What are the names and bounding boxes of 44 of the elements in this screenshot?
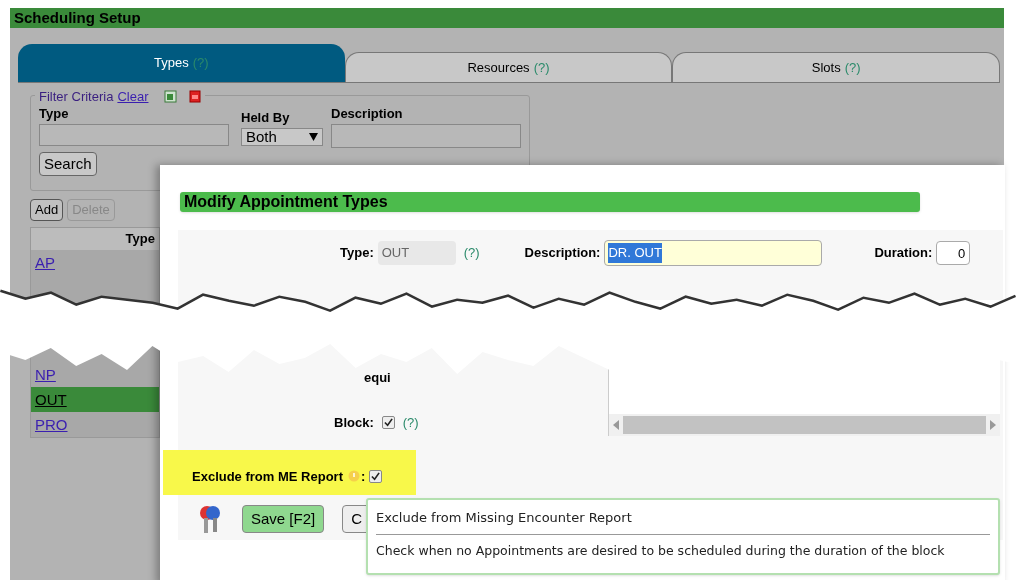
list-item[interactable]: OUT — [31, 387, 159, 412]
type-label: Type: — [340, 244, 374, 263]
list-item[interactable]: NP — [31, 362, 159, 387]
spreadsheet-icon[interactable] — [164, 90, 178, 104]
filter-legend: Filter Criteria — [39, 87, 114, 107]
block-label: Block: — [334, 414, 374, 432]
description-field[interactable] — [331, 123, 521, 148]
save-button[interactable]: Save [F2] — [242, 505, 325, 533]
dialog-title: Modify Appointment Types — [180, 192, 920, 212]
list-item[interactable]: AP — [31, 250, 159, 275]
clear-link[interactable]: Clear — [117, 87, 149, 107]
colon: : — [360, 468, 366, 486]
search-button[interactable]: Search — [39, 151, 97, 176]
list-item[interactable]: PRO — [31, 412, 159, 437]
type-field[interactable] — [39, 123, 229, 146]
list-header: Type — [31, 228, 159, 250]
type-label: Type — [39, 105, 70, 123]
exclude-label: Exclude from ME Report — [192, 468, 343, 486]
description-label: Description: — [524, 244, 601, 263]
checkbox[interactable] — [369, 470, 383, 483]
held-by-dropdown[interactable]: Both — [241, 127, 323, 146]
held-by-label: Held By — [241, 109, 291, 127]
description-field[interactable]: DR. OUT — [604, 240, 823, 266]
scroll-left-icon[interactable] — [613, 420, 619, 430]
info-bubble-icon[interactable] — [346, 470, 361, 484]
caret-icon — [309, 132, 318, 141]
tab[interactable]: Types (?) — [18, 44, 345, 82]
description-label: Description — [331, 105, 404, 123]
horizontal-scrollbar[interactable] — [609, 414, 1000, 436]
tab[interactable]: Resources (?) — [344, 52, 673, 82]
checkbox[interactable] — [381, 416, 395, 430]
action-button[interactable]: Add — [30, 199, 64, 221]
type-field: OUT — [377, 241, 456, 265]
help-link[interactable]: (?) — [463, 243, 480, 263]
duration-field[interactable]: 0 — [936, 241, 971, 265]
field-label-fragment: equi — [364, 370, 391, 385]
duration-label: Duration: — [874, 244, 933, 263]
help-link[interactable]: (?) — [402, 413, 419, 433]
page-title: Scheduling Setup — [10, 8, 1004, 28]
pdf-icon[interactable] — [189, 90, 202, 104]
tooltip-text: Check when no Appointments are desired to be scheduled during the duration of the block — [376, 543, 946, 559]
tab[interactable]: Slots (?) — [672, 52, 1000, 82]
scroll-right-icon[interactable] — [990, 420, 996, 430]
tooltip-title: Exclude from Missing Encounter Report — [376, 510, 633, 526]
